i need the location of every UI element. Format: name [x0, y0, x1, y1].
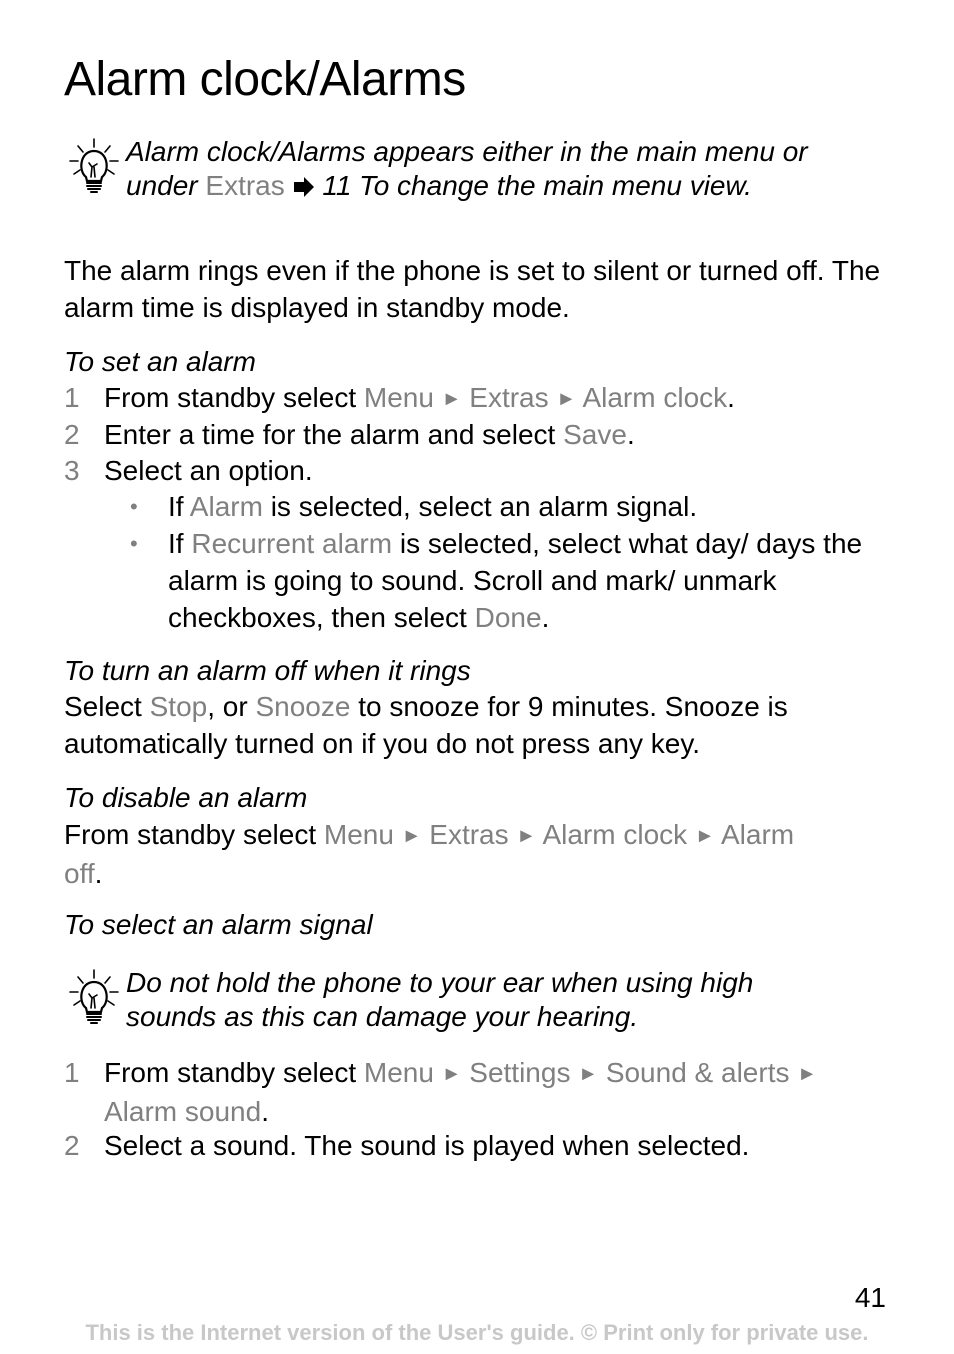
lightbulb-icon: [64, 968, 126, 1028]
tip-text: Alarm clock/Alarms appears either in the…: [126, 135, 846, 203]
step-text: Select a sound. The sound is played when…: [104, 1130, 750, 1161]
arrow-right-icon: [293, 177, 314, 197]
page-number: 41: [854, 1282, 886, 1313]
bullet-icon: •: [130, 531, 138, 556]
separator-icon: ►: [516, 825, 537, 847]
set-alarm-step-2: 2 Enter a time for the alarm and select …: [64, 416, 894, 453]
bullet-text: If Recurrent alarm is selected, select w…: [168, 528, 863, 633]
link-extras[interactable]: Extras: [205, 170, 284, 201]
tip-main-menu: Alarm clock/Alarms appears either in the…: [64, 135, 846, 203]
lightbulb-icon: [64, 137, 126, 197]
menu-path-settings[interactable]: Settings: [469, 1057, 570, 1088]
intro-paragraph: The alarm rings even if the phone is set…: [64, 255, 881, 323]
option-done[interactable]: Done: [475, 602, 542, 633]
bullet-alarm: • If Alarm is selected, select an alarm …: [130, 488, 890, 525]
footer-notice: This is the Internet version of the User…: [85, 1320, 869, 1345]
menu-path-save[interactable]: Save: [563, 419, 627, 450]
step-text: From standby select Menu ► Extras ► Alar…: [104, 382, 735, 413]
page-title: Alarm clock/Alarms: [64, 53, 466, 106]
disable-paragraph: From standby select Menu ► Extras ► Alar…: [64, 819, 795, 889]
signal-step-1: 1 From standby select Menu ► Settings ► …: [64, 1054, 894, 1130]
step-number: 1: [64, 382, 80, 413]
step-text: Enter a time for the alarm and select Sa…: [104, 419, 635, 450]
option-alarm[interactable]: Alarm: [190, 491, 263, 522]
step-number: 3: [64, 455, 80, 486]
menu-path-menu[interactable]: Menu: [364, 1057, 434, 1088]
option-snooze[interactable]: Snooze: [255, 691, 350, 722]
separator-icon: ►: [441, 388, 462, 410]
separator-icon: ►: [441, 1063, 462, 1085]
set-alarm-step-3: 3 Select an option.: [64, 452, 894, 489]
separator-icon: ►: [556, 388, 577, 410]
menu-path-alarm-clock[interactable]: Alarm clock: [542, 819, 687, 850]
separator-icon: ►: [797, 1063, 818, 1085]
separator-icon: ►: [694, 825, 715, 847]
menu-path-alarm-clock[interactable]: Alarm clock: [582, 382, 727, 413]
signal-step-2: 2 Select a sound. The sound is played wh…: [64, 1127, 894, 1164]
menu-path-menu[interactable]: Menu: [364, 382, 434, 413]
turn-off-paragraph: Select Stop, or Snooze to snooze for 9 m…: [64, 691, 788, 759]
bullet-icon: •: [130, 494, 138, 519]
set-alarm-step-1: 1 From standby select Menu ► Extras ► Al…: [64, 379, 894, 418]
tip-hearing: Do not hold the phone to your ear when u…: [64, 966, 846, 1034]
bullet-recurrent-alarm: • If Recurrent alarm is selected, select…: [130, 525, 890, 636]
step-text: From standby select Menu ► Settings ► So…: [104, 1057, 818, 1127]
step-number: 2: [64, 1130, 80, 1161]
menu-path-menu[interactable]: Menu: [324, 819, 394, 850]
menu-path-extras[interactable]: Extras: [469, 382, 548, 413]
option-stop[interactable]: Stop: [150, 691, 208, 722]
menu-path-alarm-sound[interactable]: Alarm sound: [104, 1096, 261, 1127]
step-text: Select an option.: [104, 455, 313, 486]
step-number: 2: [64, 419, 80, 450]
heading-alarm-signal: To select an alarm signal: [64, 909, 373, 940]
heading-turn-off: To turn an alarm off when it rings: [64, 655, 471, 686]
separator-icon: ►: [578, 1063, 599, 1085]
tip-text: Do not hold the phone to your ear when u…: [126, 967, 754, 1032]
separator-icon: ►: [401, 825, 422, 847]
option-recurrent-alarm[interactable]: Recurrent alarm: [191, 528, 392, 559]
heading-set-alarm: To set an alarm: [64, 346, 256, 377]
step-number: 1: [64, 1057, 80, 1088]
menu-path-sound-alerts[interactable]: Sound & alerts: [606, 1057, 790, 1088]
bullet-text: If Alarm is selected, select an alarm si…: [168, 491, 698, 522]
menu-path-extras[interactable]: Extras: [429, 819, 508, 850]
tip-text-post: 11 To change the main menu view.: [314, 170, 752, 201]
heading-disable: To disable an alarm: [64, 782, 308, 813]
